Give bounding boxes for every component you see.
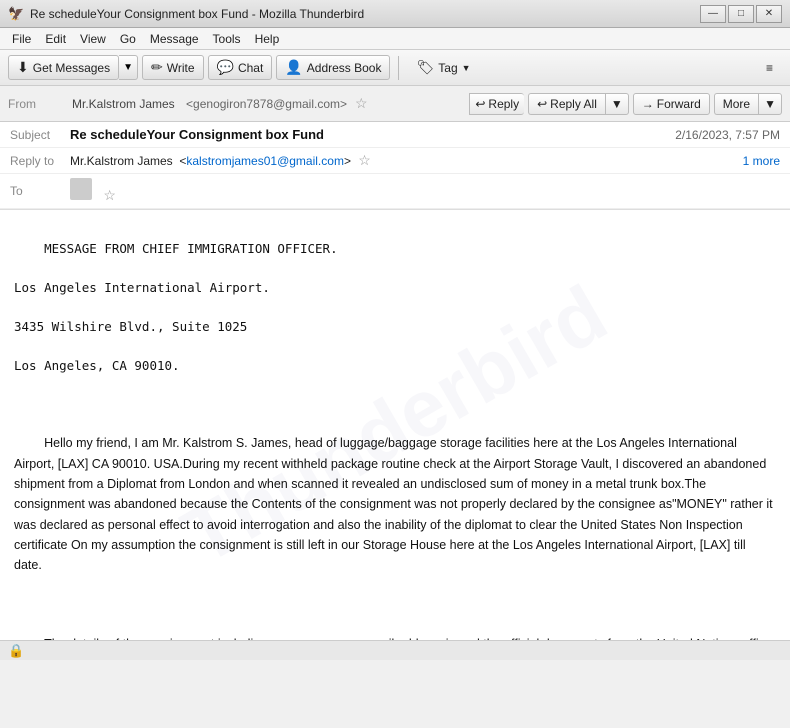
to-label: To: [10, 184, 70, 198]
reply-to-row: Reply to Mr.Kalstrom James <kalstromjame…: [0, 148, 790, 174]
email-date: 2/16/2023, 7:57 PM: [675, 128, 780, 142]
get-messages-dropdown[interactable]: ▼: [119, 55, 138, 80]
menu-message[interactable]: Message: [144, 30, 205, 48]
from-name: Mr.Kalstrom James: [72, 97, 175, 111]
reply-to-value: Mr.Kalstrom James <kalstromjames01@gmail…: [70, 152, 743, 169]
write-button[interactable]: ✏ Write: [142, 55, 204, 80]
reply-button[interactable]: ↩ Reply: [469, 93, 524, 115]
body-header-line3: 3435 Wilshire Blvd., Suite 1025: [14, 319, 247, 334]
from-label: From: [8, 97, 68, 111]
reply-all-button[interactable]: ↩ Reply All: [528, 93, 605, 115]
from-star-icon[interactable]: ☆: [355, 95, 368, 112]
menu-view[interactable]: View: [74, 30, 112, 48]
forward-icon: →: [642, 97, 654, 111]
window-controls: — □ ✕: [700, 5, 782, 23]
hamburger-menu[interactable]: ≡: [757, 57, 782, 79]
address-book-icon: 👤: [285, 59, 302, 76]
title-bar: 🦅 Re scheduleYour Consignment box Fund -…: [0, 0, 790, 28]
address-book-button[interactable]: 👤 Address Book: [276, 55, 390, 80]
main-toolbar: ⬇ Get Messages ▼ ✏ Write 💬 Chat 👤 Addres…: [0, 50, 790, 86]
tag-button[interactable]: 🏷 Tag ▼: [407, 55, 479, 80]
email-body: MESSAGE FROM CHIEF IMMIGRATION OFFICER. …: [14, 220, 776, 640]
body-header-line1: MESSAGE FROM CHIEF IMMIGRATION OFFICER.: [44, 241, 338, 256]
email-action-buttons: ↩ Reply ↩ Reply All ▼ → Forward More ▼: [469, 93, 782, 115]
chat-button[interactable]: 💬 Chat: [208, 55, 273, 80]
window-title: Re scheduleYour Consignment box Fund - M…: [30, 7, 364, 21]
write-label: Write: [167, 61, 195, 75]
more-split-button: More ▼: [714, 93, 782, 115]
forward-button[interactable]: → Forward: [633, 93, 710, 115]
menu-go[interactable]: Go: [114, 30, 142, 48]
tag-chevron: ▼: [462, 63, 471, 73]
menu-file[interactable]: File: [6, 30, 37, 48]
menu-edit[interactable]: Edit: [39, 30, 72, 48]
menu-help[interactable]: Help: [249, 30, 286, 48]
address-book-label: Address Book: [307, 61, 382, 75]
more-button[interactable]: More: [714, 93, 758, 115]
from-row: From Mr.Kalstrom James <genogiron7878@gm…: [8, 95, 469, 112]
app-icon: 🦅: [8, 6, 24, 22]
reply-label: Reply: [488, 97, 519, 111]
email-header: Subject Re scheduleYour Consignment box …: [0, 122, 790, 210]
subject-value: Re scheduleYour Consignment box Fund: [70, 127, 675, 142]
get-messages-icon: ⬇: [17, 59, 29, 76]
reply-to-name: Mr.Kalstrom James: [70, 154, 173, 168]
get-messages-button[interactable]: ⬇ Get Messages: [8, 55, 119, 80]
chat-icon: 💬: [217, 59, 234, 76]
body-header-line2: Los Angeles International Airport.: [14, 280, 270, 295]
status-bar: 🔒: [0, 640, 790, 660]
maximize-button[interactable]: □: [728, 5, 754, 23]
toolbar-separator: [398, 56, 399, 80]
to-avatar: [70, 178, 92, 200]
reply-icon: ↩: [475, 97, 485, 111]
get-messages-split: ⬇ Get Messages ▼: [8, 55, 138, 80]
forward-label: Forward: [657, 97, 701, 111]
more-count[interactable]: 1 more: [743, 154, 780, 168]
menu-tools[interactable]: Tools: [207, 30, 247, 48]
body-paragraph1: Hello my friend, I am Mr. Kalstrom S. Ja…: [14, 436, 776, 572]
body-header-line4: Los Angeles, CA 90010.: [14, 358, 180, 373]
tag-label: Tag: [438, 61, 457, 75]
chat-label: Chat: [238, 61, 263, 75]
reply-all-label: Reply All: [550, 97, 597, 111]
from-email: <genogiron7878@gmail.com>: [186, 97, 347, 111]
to-value: ☆: [70, 178, 780, 204]
to-star-icon[interactable]: ☆: [103, 187, 116, 203]
reply-all-dropdown[interactable]: ▼: [605, 93, 629, 115]
reply-all-split-button: ↩ Reply All ▼: [528, 93, 629, 115]
more-dropdown[interactable]: ▼: [758, 93, 782, 115]
menu-bar: File Edit View Go Message Tools Help: [0, 28, 790, 50]
reply-all-icon: ↩: [537, 97, 547, 111]
body-paragraph2: The details of the consignment including…: [14, 637, 775, 640]
to-row: To ☆: [0, 174, 790, 209]
reply-to-email-link[interactable]: kalstromjames01@gmail.com: [186, 154, 344, 168]
get-messages-label: Get Messages: [33, 61, 110, 75]
close-button[interactable]: ✕: [756, 5, 782, 23]
tag-icon: 🏷: [416, 59, 434, 76]
minimize-button[interactable]: —: [700, 5, 726, 23]
status-lock-icon: 🔒: [8, 643, 24, 659]
email-action-bar: From Mr.Kalstrom James <genogiron7878@gm…: [0, 86, 790, 122]
reply-split-button: ↩ Reply: [469, 93, 524, 115]
write-icon: ✏: [151, 59, 163, 76]
reply-to-star-icon[interactable]: ☆: [358, 152, 371, 168]
subject-label: Subject: [10, 128, 70, 142]
more-label: More: [723, 97, 750, 111]
email-body-container: Thunderbird MESSAGE FROM CHIEF IMMIGRATI…: [0, 210, 790, 640]
subject-row: Subject Re scheduleYour Consignment box …: [0, 122, 790, 148]
reply-to-label: Reply to: [10, 154, 70, 168]
